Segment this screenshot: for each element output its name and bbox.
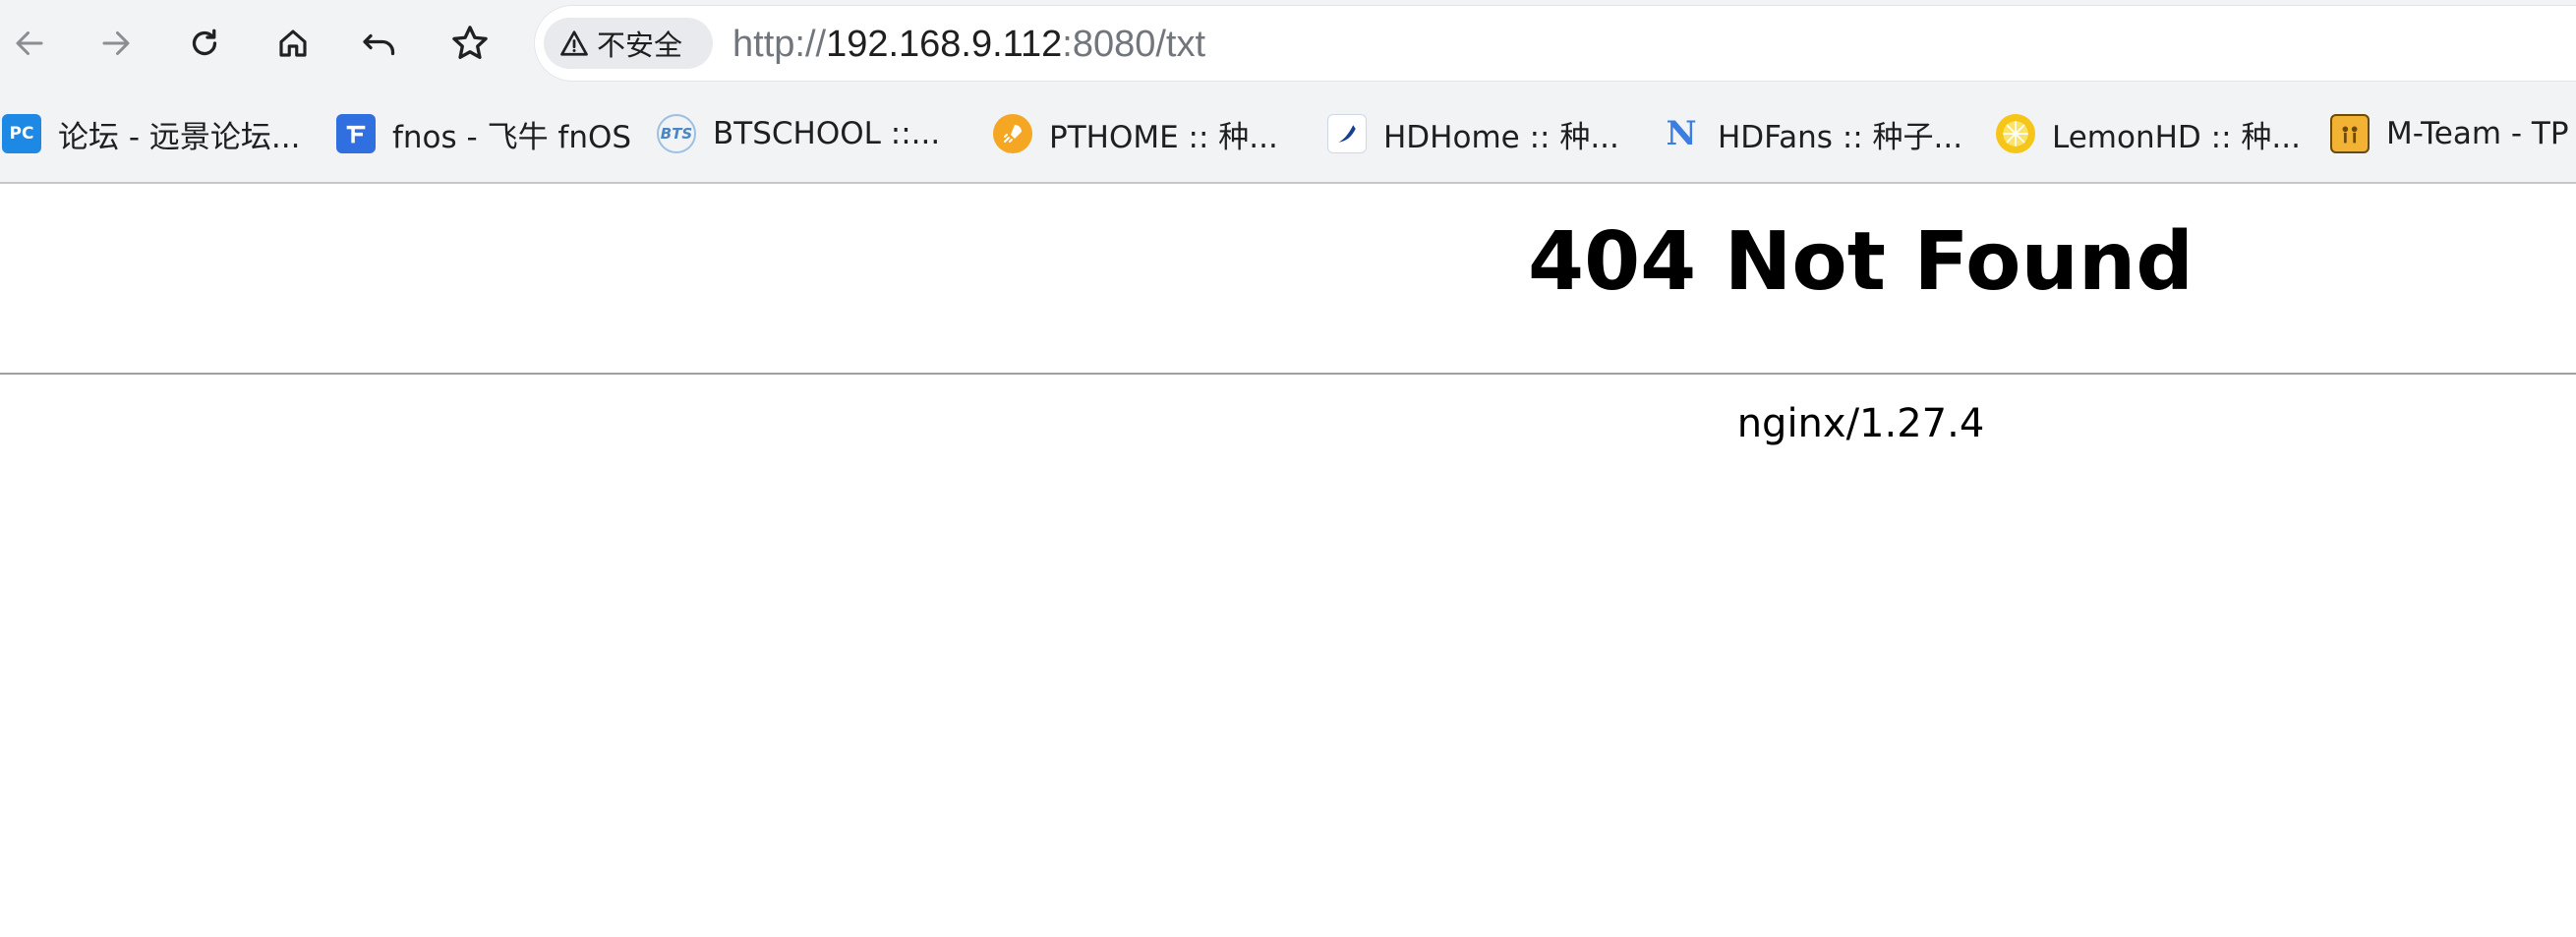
bts-icon: BTS: [657, 114, 696, 153]
arrow-left-icon: [16, 31, 43, 55]
undo-button[interactable]: [352, 17, 407, 70]
page-title: 404 Not Found: [1528, 215, 2194, 309]
security-chip[interactable]: 不安全: [544, 18, 713, 69]
bookmark-star-button[interactable]: [442, 17, 498, 70]
security-label: 不安全: [597, 29, 683, 62]
bookmarks-bar: PC 论坛 - 远景论坛... fnos - 飞牛 fnOS BTS BTSCH…: [0, 87, 2576, 184]
url-scheme: http://: [732, 24, 827, 65]
bookmark-item[interactable]: fnos - 飞牛 fnOS: [336, 105, 631, 162]
bookmark-item[interactable]: PC 论坛 - 远景论坛...: [2, 105, 300, 162]
fnos-icon: [336, 114, 376, 153]
bookmark-item[interactable]: HDHome :: 种...: [1327, 105, 1619, 162]
forward-button[interactable]: [88, 17, 144, 70]
hdhome-icon: [1327, 114, 1367, 153]
rocket-icon: [993, 114, 1032, 153]
server-signature: nginx/1.27.4: [1736, 401, 1985, 446]
bookmark-label: HDFans :: 种子...: [1718, 119, 1963, 155]
warning-triangle-icon: [560, 30, 588, 56]
bookmark-label: LemonHD :: 种...: [2052, 119, 2301, 155]
divider: [0, 373, 2576, 375]
bookmark-item[interactable]: PTHOME :: 种...: [993, 105, 1278, 162]
bookmark-item[interactable]: N HDFans :: 种子...: [1662, 105, 1962, 162]
bookmark-label: fnos - 飞牛 fnOS: [392, 119, 632, 155]
browser-toolbar: 不安全 http://192.168.9.112:8080/txt: [0, 0, 2576, 87]
url-host: 192.168.9.112: [826, 24, 1063, 65]
undo-icon: [363, 33, 395, 56]
bookmark-label: BTSCHOOL ::...: [713, 116, 941, 151]
home-button[interactable]: [265, 17, 321, 70]
bookmark-label: M-Team - TP: [2386, 116, 2569, 151]
arrow-right-icon: [102, 31, 130, 55]
lemon-icon: [1996, 114, 2035, 153]
bookmark-item[interactable]: M-Team - TP: [2330, 105, 2569, 162]
mteam-icon: [2330, 114, 2370, 153]
reload-icon: [192, 29, 217, 56]
bookmark-item[interactable]: LemonHD :: 种...: [1996, 105, 2301, 162]
bookmark-label: PTHOME :: 种...: [1049, 119, 1278, 155]
url-text[interactable]: http://192.168.9.112:8080/txt: [732, 24, 1205, 65]
reload-button[interactable]: [177, 17, 232, 70]
pcbeta-icon: PC: [2, 114, 41, 153]
hdfans-icon: N: [1666, 114, 1697, 153]
address-bar[interactable]: 不安全 http://192.168.9.112:8080/txt: [534, 5, 2576, 82]
bookmark-label: 论坛 - 远景论坛...: [58, 119, 301, 155]
page-content: 404 Not Found nginx/1.27.4: [0, 184, 2576, 937]
back-button[interactable]: [2, 17, 57, 70]
star-icon: [452, 26, 488, 60]
url-path: :8080/txt: [1062, 24, 1206, 65]
bookmark-label: HDHome :: 种...: [1383, 119, 1619, 155]
bookmark-item[interactable]: BTS BTSCHOOL ::...: [657, 105, 940, 162]
home-icon: [279, 29, 307, 57]
